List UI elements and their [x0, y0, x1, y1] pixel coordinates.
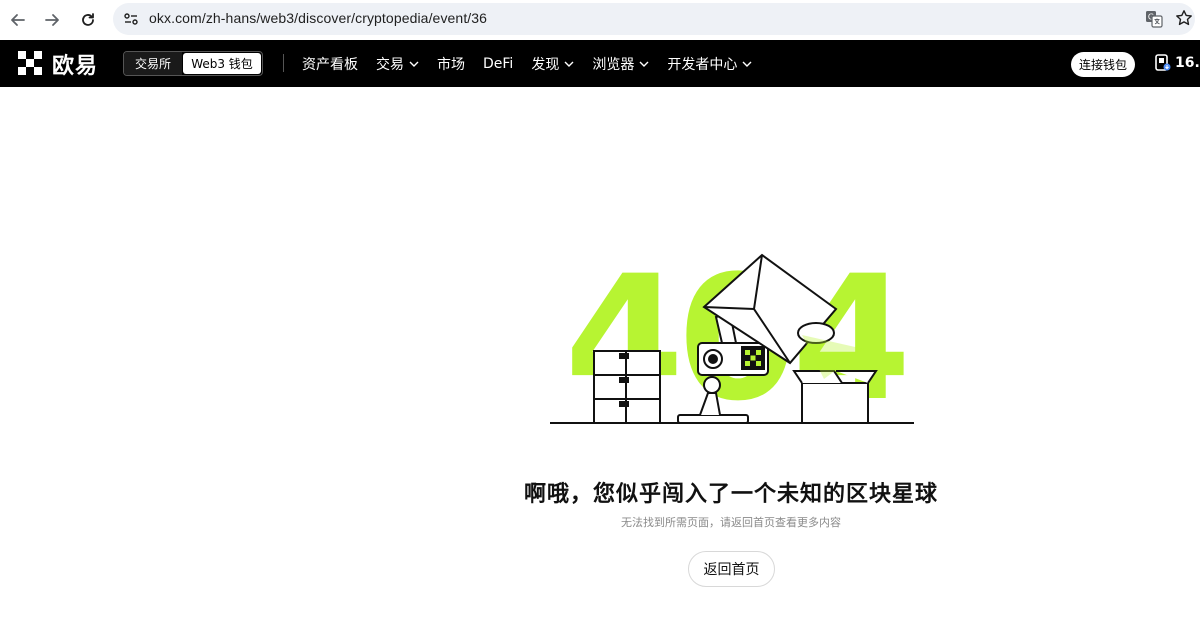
- back-home-button[interactable]: 返回首页: [688, 551, 775, 587]
- translate-icon[interactable]: G: [1145, 10, 1163, 28]
- nav-item-discover[interactable]: 发现: [531, 54, 574, 74]
- bookmark-star-icon[interactable]: [1175, 9, 1193, 27]
- nav-item-trade[interactable]: 交易: [376, 54, 419, 74]
- nav-item-defi[interactable]: DeFi: [483, 56, 513, 72]
- site-header: 欧易 交易所 Web3 钱包 资产看板 交易 市场 DeFi 发现 浏览器 开发…: [0, 40, 1200, 87]
- nav-item-portfolio[interactable]: 资产看板: [302, 54, 358, 74]
- error-404-illustration: 404: [550, 238, 914, 430]
- logo-text: 欧易: [52, 54, 99, 79]
- product-switcher: 交易所 Web3 钱包: [123, 51, 263, 76]
- stacked-boxes-icon: [593, 350, 661, 424]
- web3-wallet-tab[interactable]: Web3 钱包: [183, 53, 261, 74]
- nav-item-label: 资产看板: [302, 56, 358, 73]
- download-app-icon: [1155, 54, 1171, 71]
- error-description: 无法找到所需页面，请返回首页查看更多内容: [621, 516, 841, 529]
- nav-item-label: 开发者中心: [667, 56, 738, 73]
- nav-item-label: 交易: [376, 56, 404, 73]
- exchange-tab[interactable]: 交易所: [124, 52, 182, 75]
- nav-item-label: 市场: [437, 56, 465, 73]
- okx-logo[interactable]: 欧易: [18, 51, 99, 79]
- nav-item-market[interactable]: 市场: [437, 54, 465, 74]
- chevron-down-icon: [409, 61, 419, 67]
- okx-logo-icon: [18, 51, 44, 77]
- main-nav: 资产看板 交易 市场 DeFi 发现 浏览器 开发者中心: [302, 40, 770, 87]
- chevron-down-icon: [639, 61, 649, 67]
- nav-item-label: 浏览器: [592, 56, 635, 73]
- download-value: 16.2: [1175, 55, 1200, 71]
- reload-icon[interactable]: [74, 6, 102, 34]
- url-text[interactable]: okx.com/zh-hans/web3/discover/cryptopedi…: [149, 10, 487, 26]
- connect-wallet-button[interactable]: 连接钱包: [1071, 52, 1135, 77]
- error-headline: 啊哦，您似乎闯入了一个未知的区块星球: [523, 482, 938, 507]
- nav-item-developer[interactable]: 开发者中心: [667, 54, 752, 74]
- forward-arrow-icon[interactable]: [38, 6, 66, 34]
- chevron-down-icon: [742, 61, 752, 67]
- header-divider: [283, 54, 284, 72]
- open-box-icon: [792, 370, 878, 424]
- download-widget[interactable]: 16.2: [1155, 54, 1200, 72]
- back-arrow-icon[interactable]: [4, 6, 32, 34]
- site-settings-icon[interactable]: [121, 9, 141, 29]
- browser-toolbar: okx.com/zh-hans/web3/discover/cryptopedi…: [0, 0, 1200, 40]
- nav-item-explorer[interactable]: 浏览器: [592, 54, 649, 74]
- nav-item-label: DeFi: [483, 55, 514, 72]
- nav-item-label: 发现: [531, 56, 560, 73]
- address-bar[interactable]: okx.com/zh-hans/web3/discover/cryptopedi…: [113, 3, 1195, 35]
- chevron-down-icon: [564, 61, 574, 67]
